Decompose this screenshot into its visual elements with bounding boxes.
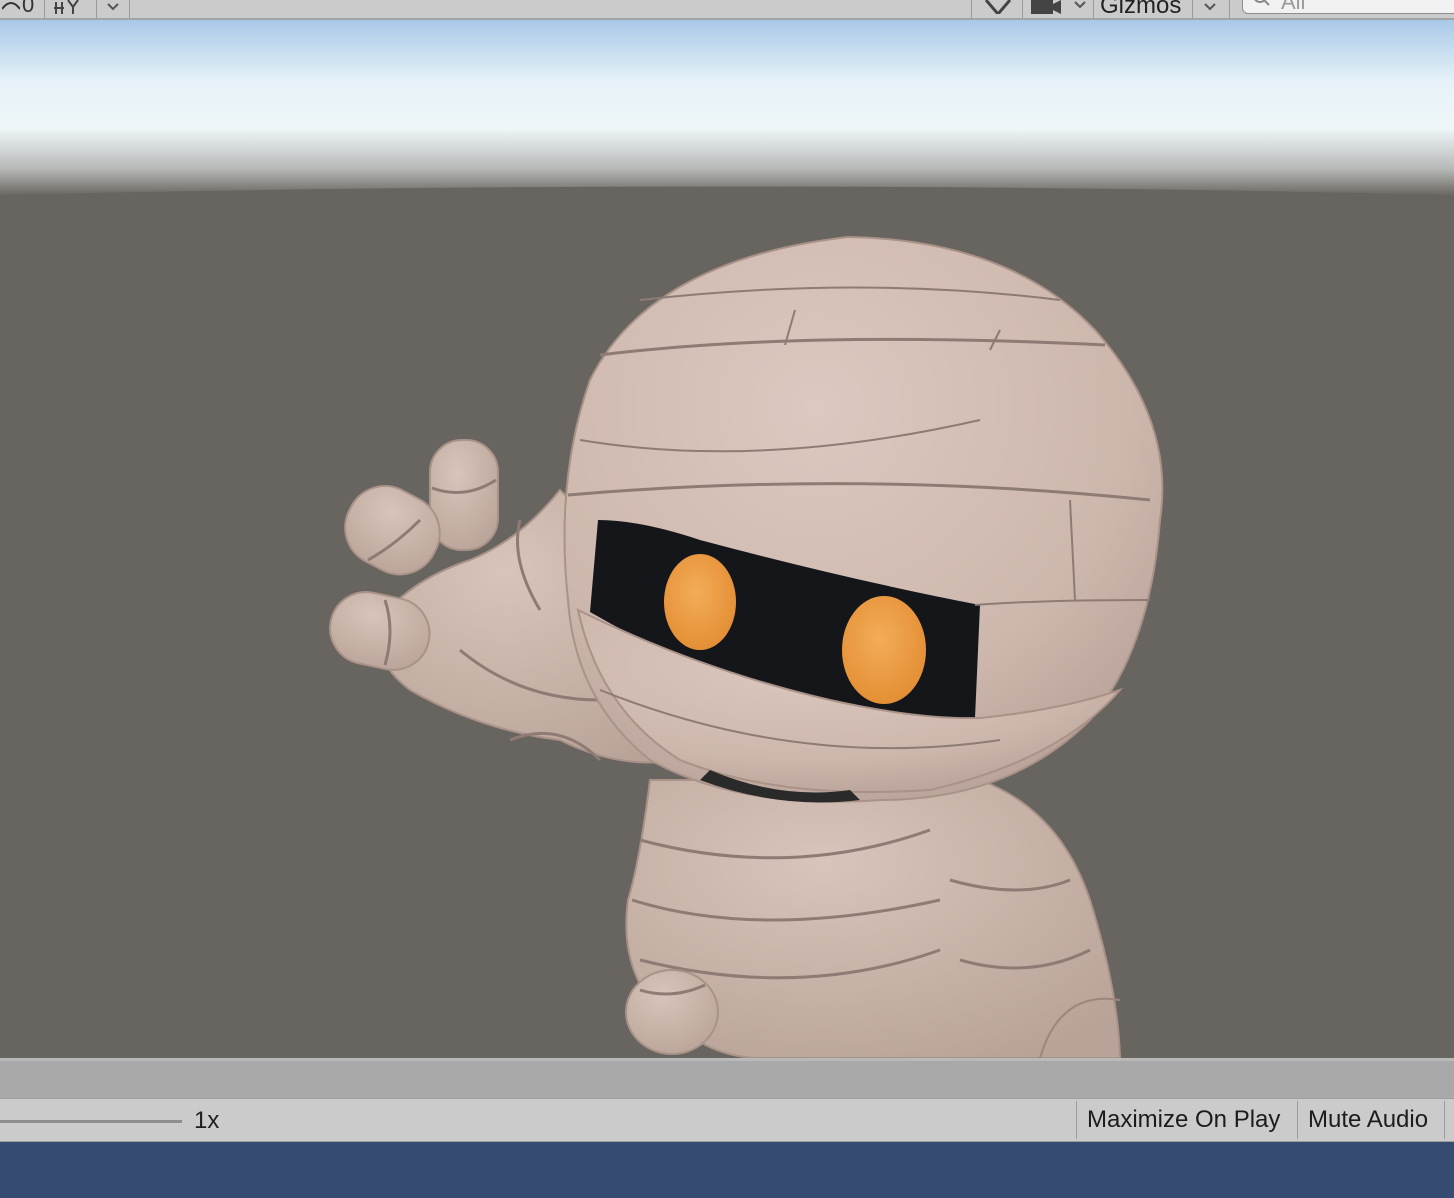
game-render xyxy=(0,20,1454,1058)
scene-toolbar: 0 Gizmos All xyxy=(0,0,1454,20)
maximize-on-play-button[interactable]: Maximize On Play xyxy=(1076,1101,1297,1139)
eye-icon xyxy=(2,2,20,10)
search-icon xyxy=(1254,0,1270,6)
game-view-footer-strip xyxy=(0,1058,1454,1098)
scale-slider[interactable] xyxy=(0,1120,182,1123)
camera-button[interactable] xyxy=(1021,0,1094,18)
mute-audio-button[interactable]: Mute Audio xyxy=(1297,1101,1445,1139)
left-eye xyxy=(664,554,736,650)
camera-icon xyxy=(1031,0,1086,14)
search-placeholder: All xyxy=(1281,0,1306,14)
stats-dropdown-button[interactable] xyxy=(96,0,130,18)
visibility-count: 0 xyxy=(22,0,35,17)
taskbar xyxy=(0,1142,1454,1198)
stats-icon xyxy=(54,0,79,14)
gizmos-button[interactable]: Gizmos xyxy=(1100,0,1181,18)
visibility-toggle[interactable]: 0 xyxy=(0,0,45,18)
game-view[interactable] xyxy=(0,20,1454,1058)
chevron-down-icon xyxy=(107,3,119,11)
stats-toggle-button[interactable] xyxy=(44,0,97,18)
game-view-bottom-bar: 1x Maximize On Play Mute Audio xyxy=(0,1098,1454,1142)
scale-value: 1x xyxy=(194,1107,220,1134)
search-input[interactable]: All xyxy=(1242,0,1454,14)
tools-icon xyxy=(984,0,1012,14)
right-eye xyxy=(842,596,926,704)
mummy-head xyxy=(563,235,1164,803)
sky xyxy=(0,20,1454,195)
gizmos-dropdown-button[interactable] xyxy=(1192,0,1230,18)
chevron-down-icon xyxy=(1204,3,1216,11)
tools-button[interactable] xyxy=(971,0,1023,18)
